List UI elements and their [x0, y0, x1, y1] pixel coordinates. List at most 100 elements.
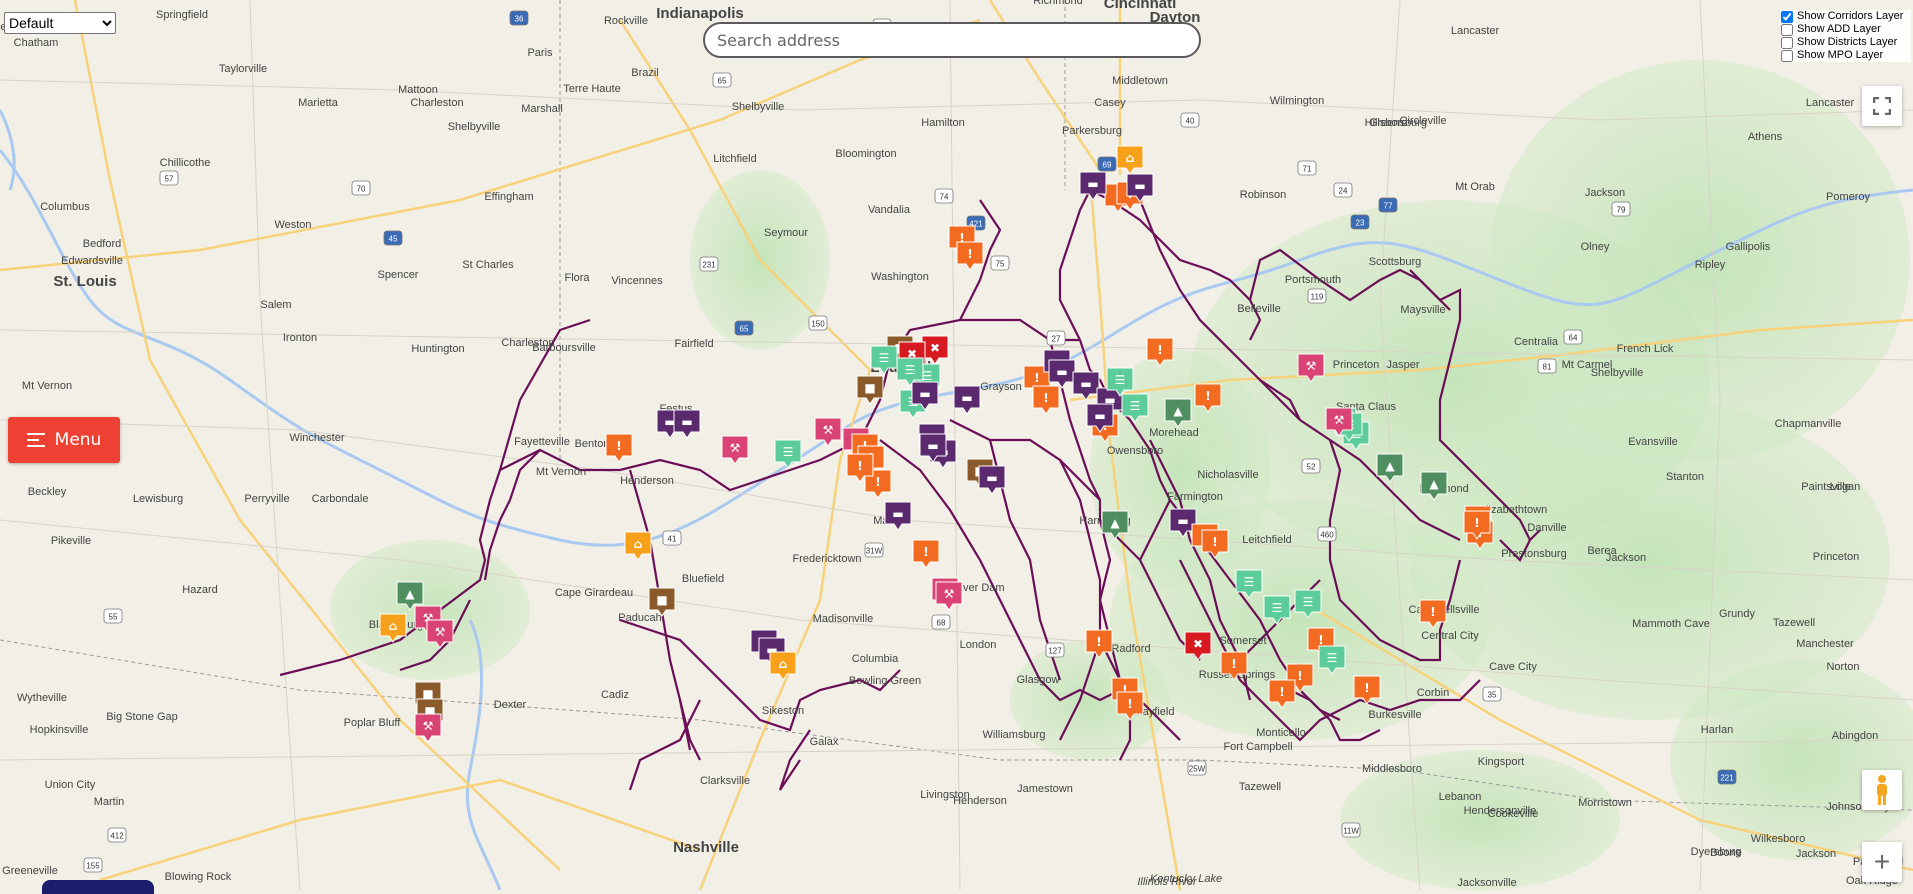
- construction-icon: ⚒: [1334, 413, 1345, 427]
- zoom-in-button[interactable]: +: [1862, 842, 1902, 882]
- warning-icon: !: [1364, 681, 1369, 695]
- route-shield: 127: [1045, 642, 1065, 658]
- city-label: Jamestown: [1017, 783, 1073, 795]
- add-layer-toggle[interactable]: Show ADD Layer: [1781, 23, 1911, 36]
- construction-icon: ⚒: [435, 625, 446, 639]
- menu-button[interactable]: Menu: [8, 417, 120, 463]
- warning-icon: !: [857, 459, 862, 473]
- warning-icon: !: [1157, 343, 1162, 357]
- route-shield: 57: [159, 170, 179, 186]
- svg-text:36: 36: [515, 15, 524, 24]
- corridors-layer-toggle[interactable]: Show Corridors Layer: [1781, 10, 1911, 23]
- city-label: Charleston: [410, 97, 463, 109]
- city-label: St Charles: [462, 259, 514, 271]
- info-icon: ⌂: [779, 657, 788, 671]
- city-label: London: [960, 639, 997, 651]
- add-layer-checkbox[interactable]: [1781, 23, 1793, 36]
- corridors-layer-checkbox[interactable]: [1781, 10, 1793, 23]
- city-label: Lancaster: [1451, 25, 1500, 37]
- city-label: Manchester: [1796, 638, 1854, 650]
- add-layer-label: Show ADD Layer: [1797, 23, 1881, 35]
- city-label: Pomeroy: [1826, 191, 1871, 203]
- route-shield: 150: [808, 315, 828, 331]
- svg-text:55: 55: [109, 613, 118, 622]
- route-shield: 31W: [864, 542, 884, 558]
- bottom-panel-tab[interactable]: [42, 880, 154, 894]
- city-label: Springfield: [156, 9, 208, 21]
- bus-icon: ■: [864, 381, 875, 395]
- city-label: Belleville: [1237, 303, 1280, 315]
- city-label: Williamsburg: [983, 729, 1046, 741]
- route-shield: 69: [1097, 156, 1117, 172]
- city-label: Rockville: [604, 15, 648, 27]
- mpo-layer-toggle[interactable]: Show MPO Layer: [1781, 49, 1911, 62]
- city-label: Evansville: [1628, 436, 1678, 448]
- svg-text:70: 70: [357, 185, 366, 194]
- city-label: Morristown: [1578, 797, 1632, 809]
- city-label: Fredericktown: [792, 553, 861, 565]
- city-label: Ironton: [283, 332, 317, 344]
- warning-icon: !: [616, 439, 621, 453]
- hamburger-menu-icon: [26, 433, 45, 447]
- city-label: Ripley: [1695, 259, 1726, 271]
- route-shield: 36: [509, 10, 529, 26]
- city-label: Chatham: [14, 37, 59, 49]
- city-label: Grundy: [1719, 608, 1756, 620]
- city-label: Salem: [260, 299, 291, 311]
- map-canvas[interactable]: IndianapolisCincinnatiSt. LouisLouisvill…: [0, 0, 1913, 890]
- city-label: Clarksville: [700, 775, 750, 787]
- route-shield: 75: [990, 255, 1010, 271]
- map-view-select[interactable]: Default: [4, 12, 116, 34]
- city-label: Paducah: [618, 612, 661, 624]
- city-label: Mammoth Cave: [1632, 618, 1710, 630]
- city-label: St. Louis: [53, 273, 116, 290]
- svg-text:65: 65: [740, 325, 749, 334]
- traffic-icon: ▬: [986, 471, 997, 485]
- city-label: Cookeville: [1488, 808, 1539, 820]
- city-label: Robinson: [1240, 189, 1286, 201]
- city-label: Indianapolis: [656, 5, 744, 22]
- city-label: Paris: [527, 47, 553, 59]
- city-label: Greeneville: [2, 865, 58, 877]
- city-label: Farmington: [1167, 491, 1223, 503]
- fullscreen-button[interactable]: [1862, 86, 1902, 126]
- city-label: Spencer: [378, 269, 419, 281]
- city-label: Brazil: [631, 67, 659, 79]
- city-label: Pikeville: [51, 535, 91, 547]
- city-label: Jasper: [1386, 359, 1419, 371]
- mpo-layer-label: Show MPO Layer: [1797, 49, 1884, 61]
- city-label: Parkersburg: [1062, 125, 1122, 137]
- city-label: Jackson: [1796, 848, 1836, 860]
- svg-text:41: 41: [668, 535, 677, 544]
- districts-layer-checkbox[interactable]: [1781, 36, 1793, 49]
- svg-text:35: 35: [1488, 691, 1497, 700]
- info-icon: ⌂: [389, 619, 398, 633]
- traffic-icon: ▬: [1134, 179, 1145, 193]
- info-icon: ⌂: [634, 537, 643, 551]
- svg-text:45: 45: [389, 235, 398, 244]
- city-label: Morehead: [1149, 427, 1199, 439]
- city-label: Middletown: [1112, 75, 1168, 87]
- route-shield: 79: [1611, 201, 1631, 217]
- street-view-pegman-button[interactable]: [1862, 770, 1902, 810]
- svg-text:155: 155: [86, 862, 100, 871]
- svg-text:79: 79: [1617, 206, 1626, 215]
- search-address-input[interactable]: [703, 22, 1201, 58]
- comment-icon: ☰: [1115, 373, 1126, 387]
- svg-text:77: 77: [1384, 202, 1393, 211]
- closure-icon: ✖: [1193, 637, 1203, 651]
- city-label: Hazard: [182, 584, 217, 596]
- svg-text:23: 23: [1356, 219, 1365, 228]
- city-label: Shelbyville: [1591, 367, 1644, 379]
- layer-toggles-panel: Show Corridors Layer Show ADD Layer Show…: [1781, 10, 1911, 62]
- city-label: Chapmanville: [1775, 418, 1842, 430]
- closure-icon: ✖: [930, 341, 940, 355]
- city-label: Olney: [1581, 241, 1610, 253]
- city-label: Wilkesboro: [1751, 833, 1805, 845]
- city-label: Bloomington: [835, 148, 896, 160]
- districts-layer-toggle[interactable]: Show Districts Layer: [1781, 36, 1911, 49]
- city-label: Madisonville: [813, 613, 874, 625]
- route-shield: 71: [1297, 160, 1317, 176]
- route-shield: 25W: [1187, 760, 1207, 776]
- mpo-layer-checkbox[interactable]: [1781, 49, 1793, 62]
